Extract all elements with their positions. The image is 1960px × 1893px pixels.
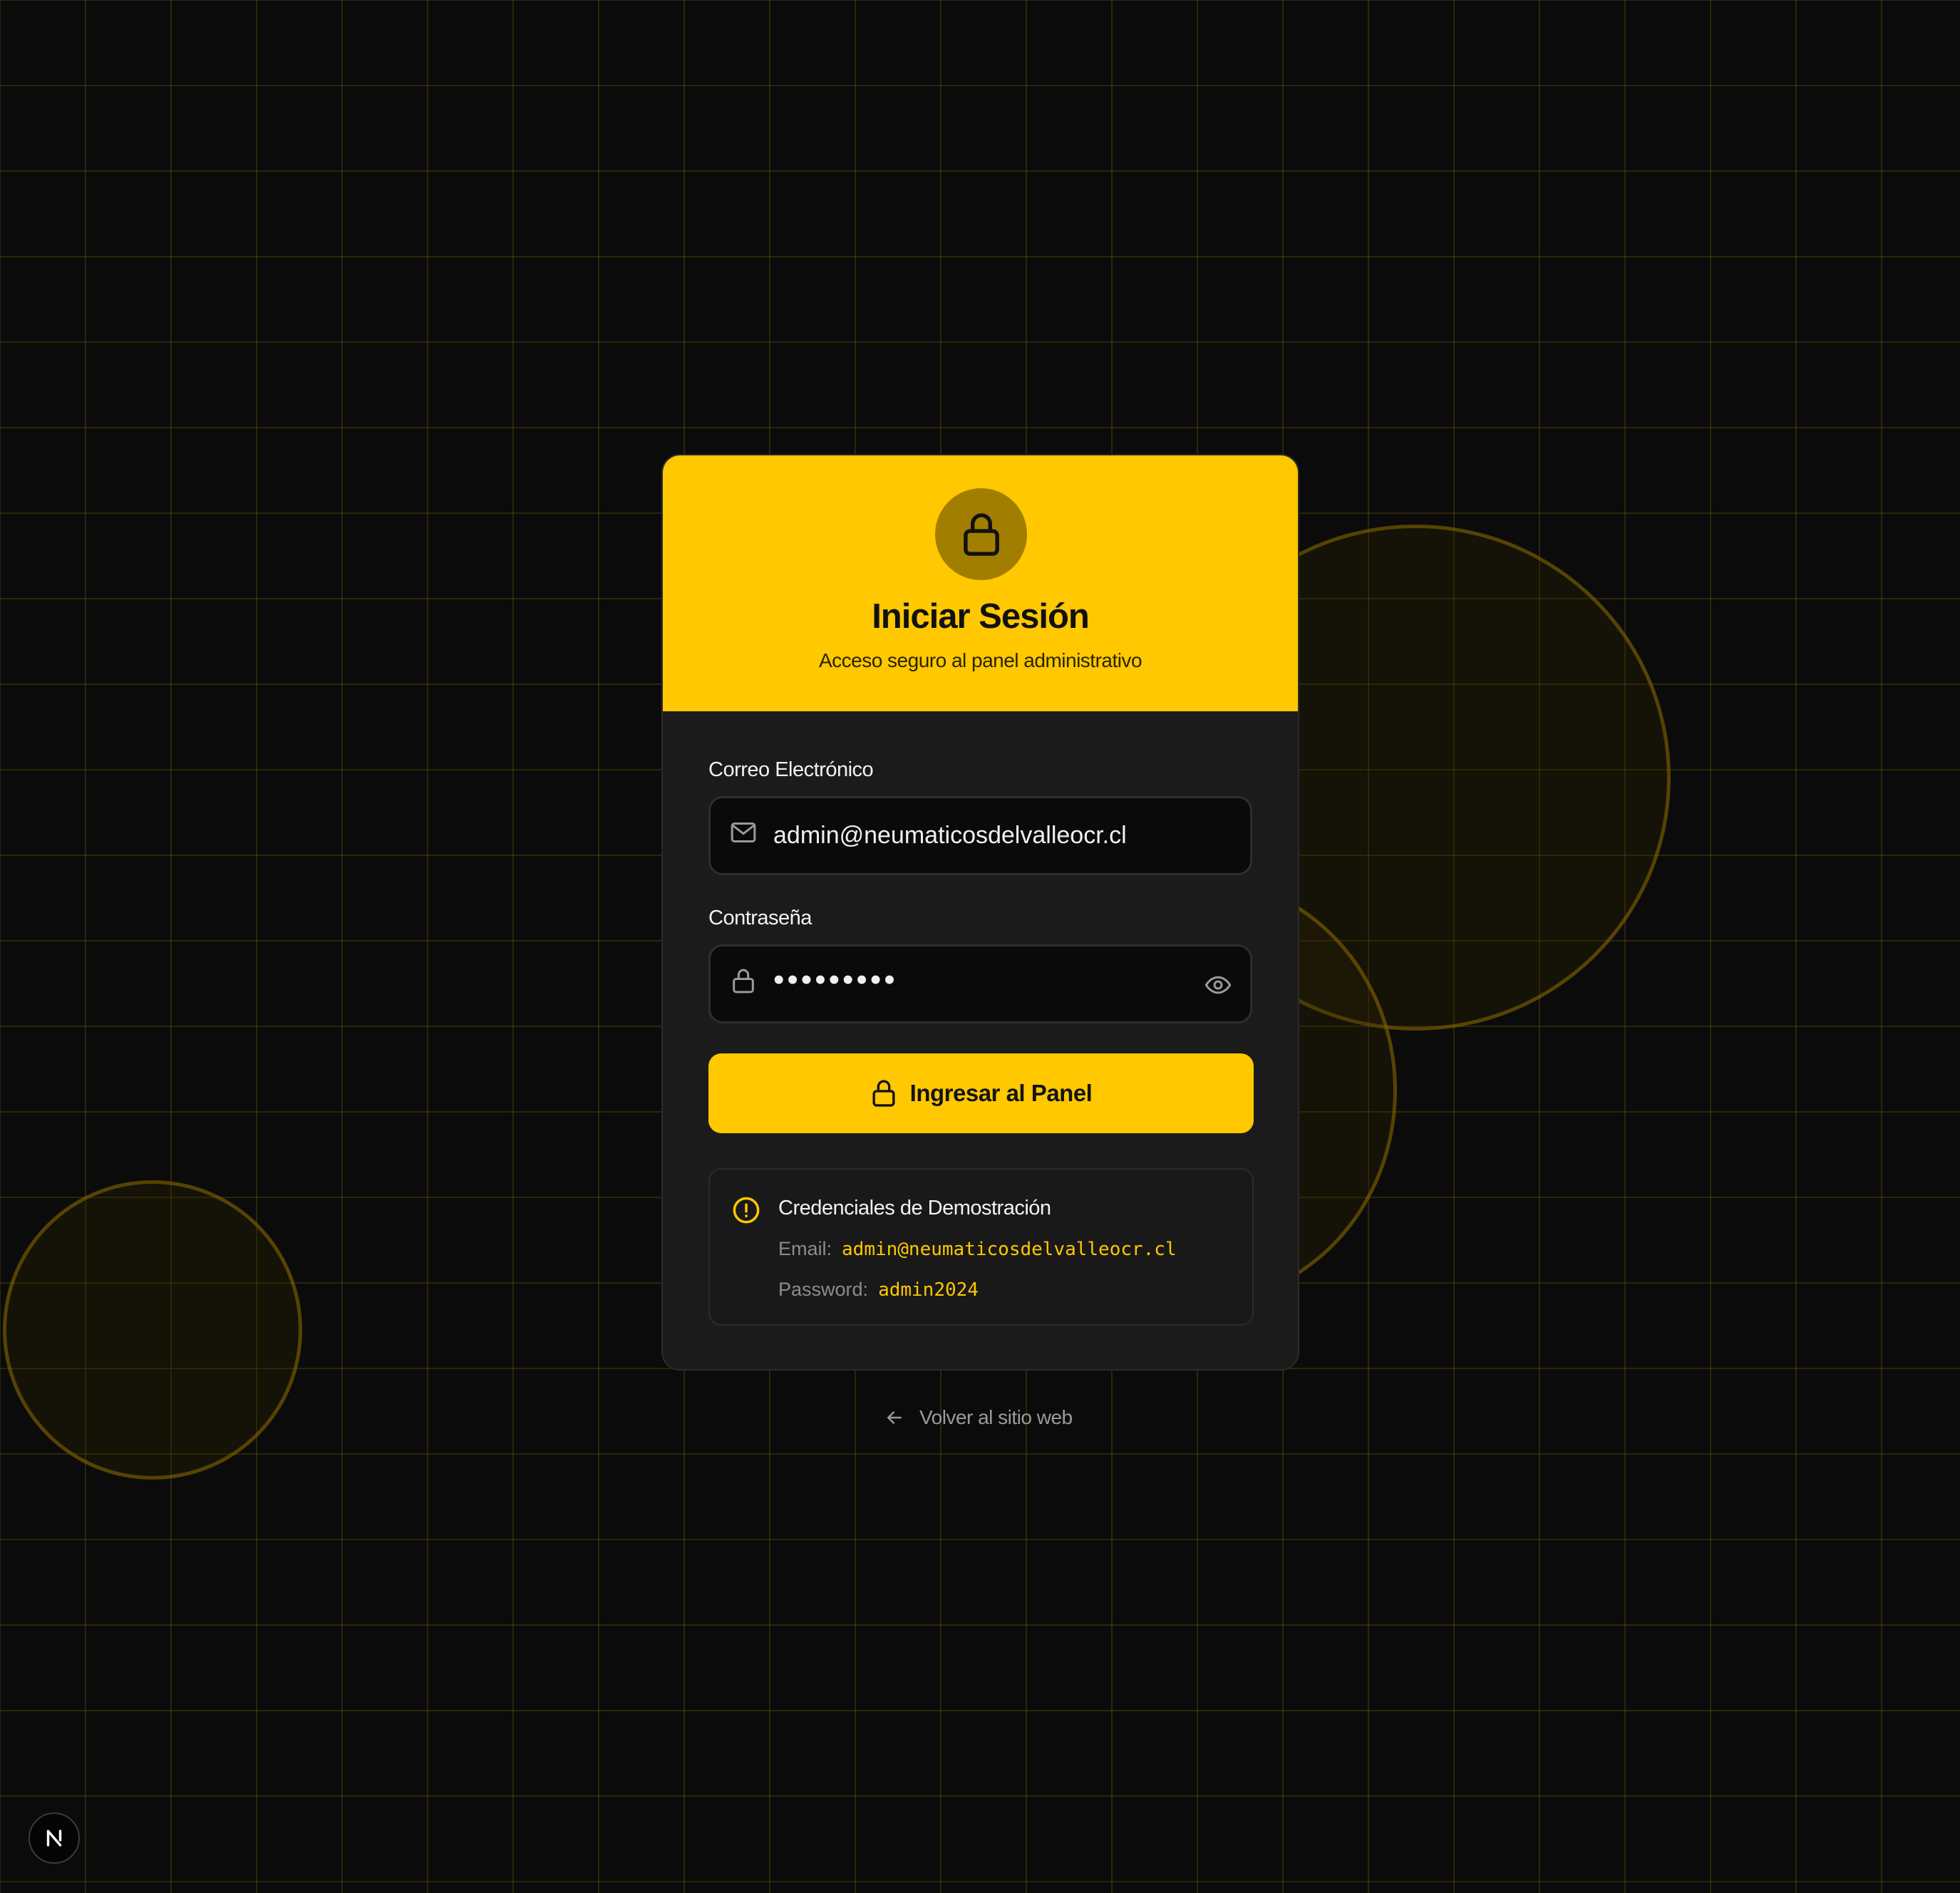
- eye-icon[interactable]: [1203, 971, 1233, 999]
- demo-credentials-box: Credenciales de Demostración Email: admin…: [708, 1168, 1254, 1326]
- page-title: Iniciar Sesión: [872, 597, 1090, 636]
- card-header: Iniciar Sesión Acceso seguro al panel ad…: [663, 455, 1298, 711]
- framework-badge[interactable]: [29, 1812, 80, 1864]
- back-to-site-link[interactable]: Volver al sitio web: [884, 1406, 1073, 1429]
- alert-circle-icon: [733, 1197, 760, 1224]
- demo-password-row: Password: admin2024: [778, 1279, 979, 1301]
- mail-icon: [731, 822, 756, 842]
- password-label: Contraseña: [708, 907, 812, 929]
- back-link-label: Volver al sitio web: [919, 1406, 1073, 1428]
- password-value[interactable]: •••••••••: [773, 962, 898, 998]
- page-background: Iniciar Sesión Acceso seguro al panel ad…: [0, 0, 1960, 1893]
- login-button-label: Ingresar al Panel: [909, 1080, 1093, 1106]
- demo-email-value: admin@neumaticosdelvalleocr.cl: [842, 1239, 1177, 1260]
- password-field[interactable]: •••••••••: [708, 944, 1252, 1023]
- demo-email-key: Email:: [778, 1238, 832, 1259]
- demo-title: Credenciales de Demostración: [778, 1197, 1051, 1219]
- decorative-circle: [3, 1180, 302, 1480]
- login-button[interactable]: Ingresar al Panel: [708, 1053, 1254, 1133]
- demo-password-key: Password:: [778, 1279, 869, 1300]
- lock-icon: [963, 512, 999, 556]
- email-field[interactable]: admin@neumaticosdelvalleocr.cl: [708, 796, 1252, 875]
- arrow-left-icon: [887, 1411, 902, 1424]
- header-lock-badge: [935, 488, 1027, 580]
- email-value[interactable]: admin@neumaticosdelvalleocr.cl: [773, 822, 1127, 850]
- demo-password-value: admin2024: [878, 1279, 979, 1301]
- login-card: Iniciar Sesión Acceso seguro al panel ad…: [661, 454, 1299, 1371]
- demo-email-row: Email: admin@neumaticosdelvalleocr.cl: [778, 1238, 1177, 1260]
- page-subtitle: Acceso seguro al panel administrativo: [818, 649, 1143, 671]
- lock-icon: [733, 969, 754, 994]
- email-label: Correo Electrónico: [708, 758, 874, 781]
- n-logo-icon: [46, 1830, 62, 1847]
- lock-icon: [872, 1080, 895, 1107]
